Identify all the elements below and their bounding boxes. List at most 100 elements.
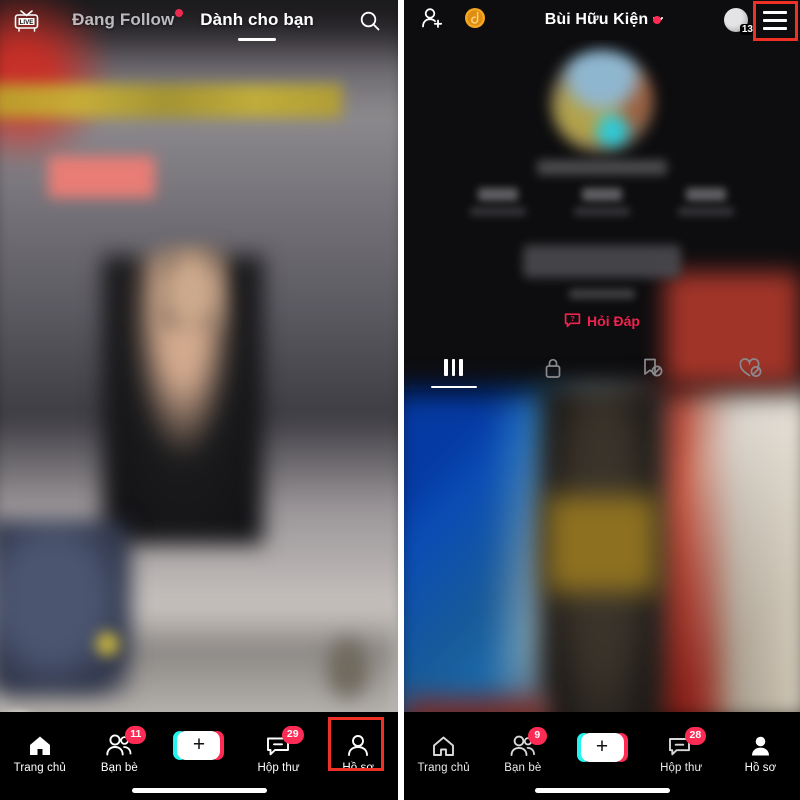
friends-badge: 9: [527, 727, 547, 745]
stat-following-value: [478, 188, 518, 201]
nav-label-inbox: Hộp thư: [660, 762, 703, 774]
profile-notification-dot: [653, 16, 661, 24]
inbox-icon: 29: [265, 726, 304, 758]
feed-blurred-object: [0, 520, 132, 696]
search-icon: [360, 11, 380, 31]
nav-item-profile[interactable]: Hồ sơ: [721, 734, 800, 774]
feed-tab-for-you[interactable]: Dành cho bạn: [200, 10, 314, 32]
profile-handle-redacted: [537, 160, 667, 175]
profile-tab-private[interactable]: [503, 345, 602, 390]
hamburger-line: [763, 26, 787, 30]
profile-icon: [345, 733, 371, 758]
nav-item-create[interactable]: +: [159, 731, 239, 774]
feed-bottom-nav: Trang chủ 11 Bạn bè + 29 Hộp thư Hồ sơ: [0, 712, 398, 800]
add-person-button[interactable]: [420, 6, 446, 35]
profile-tab-list: [404, 345, 800, 390]
profile-tab-saved[interactable]: [602, 345, 701, 390]
search-button[interactable]: [342, 9, 398, 33]
profile-header-right: 13: [724, 5, 792, 35]
profile-bottom-nav: Trang chủ 9 Bạn bè + 28 Hộp thư Hồ sơ: [404, 712, 800, 800]
svg-text:?: ?: [570, 314, 575, 323]
coin-icon: [465, 7, 485, 28]
hamburger-line: [763, 10, 787, 14]
nav-label-home: Trang chủ: [13, 762, 66, 774]
nav-label-profile: Hồ sơ: [342, 762, 375, 774]
avatar-badge: 13: [739, 24, 755, 35]
home-indicator: [534, 788, 670, 793]
nav-item-friends[interactable]: 11 Bạn bè: [80, 726, 160, 774]
qa-link[interactable]: ? Hỏi Đáp: [404, 312, 800, 329]
stat-following[interactable]: [470, 188, 526, 216]
lock-icon: [545, 358, 560, 378]
dual-phone-screenshot: LIVE Đang Follow Dành cho bạn Trang chủ …: [0, 0, 800, 800]
profile-username-label: Bùi Hữu Kiện: [544, 11, 649, 28]
feed-blurred-banner: [0, 84, 343, 118]
feed-tab-for-you-label: Dành cho bạn: [200, 10, 314, 29]
nav-label-friends: Bạn bè: [100, 762, 138, 774]
feed-blurred-red-label: [47, 156, 156, 198]
inbox-icon: 28: [667, 727, 707, 758]
avatar[interactable]: 13: [724, 8, 755, 35]
create-plus-icon[interactable]: +: [173, 731, 225, 760]
nav-label-friends: Bạn bè: [504, 762, 542, 774]
qa-label: Hỏi Đáp: [587, 312, 640, 329]
heart-off-icon: [739, 357, 762, 377]
feed-tab-following-label: Đang Follow: [72, 10, 175, 29]
nav-item-create[interactable]: +: [562, 733, 641, 774]
edit-profile-button[interactable]: [523, 245, 681, 278]
nav-item-inbox[interactable]: 28 Hộp thư: [642, 727, 721, 774]
inbox-badge: 28: [684, 727, 707, 745]
nav-item-friends[interactable]: 9 Bạn bè: [483, 727, 562, 774]
nav-label-home: Trang chủ: [417, 762, 470, 774]
stat-followers-value: [582, 188, 622, 201]
profile-header-left: [420, 6, 486, 35]
stat-likes-value: [686, 188, 726, 201]
home-icon: [27, 733, 53, 758]
feed-blurred-person-head: [159, 248, 223, 328]
friends-icon: 9: [508, 727, 547, 758]
add-person-icon: [422, 7, 443, 28]
nav-item-home[interactable]: Trang chủ: [404, 734, 483, 774]
hamburger-menu-icon[interactable]: [758, 5, 792, 35]
create-plus-icon[interactable]: +: [576, 733, 628, 762]
feed-tab-following[interactable]: Đang Follow: [72, 9, 184, 32]
nav-item-home[interactable]: Trang chủ: [0, 733, 80, 774]
profile-tab-liked[interactable]: [701, 345, 800, 390]
home-icon: [431, 734, 456, 758]
profile-stats: [404, 188, 800, 216]
profile-body: ? Hỏi Đáp: [404, 40, 800, 390]
nav-label-inbox: Hộp thư: [257, 762, 300, 774]
nav-label-profile: Hồ sơ: [744, 762, 777, 774]
create-plus-label: +: [192, 733, 206, 756]
following-notification-dot: [175, 9, 184, 17]
friends-icon: 11: [104, 726, 147, 758]
profile-header: Bùi Hữu Kiện 13: [404, 0, 800, 40]
feed-tab-list: Đang Follow Dành cho bạn: [44, 9, 342, 32]
bookmark-off-icon: [643, 358, 662, 376]
grid-icon: [444, 359, 463, 376]
profile-username-dropdown[interactable]: Bùi Hữu Kiện: [486, 11, 724, 29]
question-bubble-icon: ?: [564, 313, 581, 328]
tiktok-profile-screen: Bùi Hữu Kiện 13 ? Hỏi Đáp Trang chủ 9 Bạ…: [404, 0, 800, 800]
nav-item-inbox[interactable]: 29 Hộp thư: [239, 726, 319, 774]
stat-followers[interactable]: [574, 188, 630, 216]
profile-tab-videos[interactable]: [404, 345, 503, 390]
home-indicator: [131, 788, 267, 793]
stat-following-label: [470, 207, 526, 216]
feed-topbar: LIVE Đang Follow Dành cho bạn: [0, 0, 398, 42]
create-plus-label: +: [595, 735, 609, 758]
friends-badge: 11: [125, 726, 147, 744]
feed-blurred-lamp: [322, 632, 375, 704]
profile-bio-redacted: [569, 289, 635, 299]
feed-blurred-yellow-object: [95, 632, 120, 656]
stat-likes-label: [678, 207, 734, 216]
svg-text:LIVE: LIVE: [20, 19, 34, 26]
tiktok-feed-screen: LIVE Đang Follow Dành cho bạn Trang chủ …: [0, 0, 398, 800]
coin-button[interactable]: [464, 7, 486, 34]
live-button[interactable]: LIVE: [10, 6, 44, 36]
nav-item-profile[interactable]: Hồ sơ: [318, 733, 398, 774]
stat-likes[interactable]: [678, 188, 734, 216]
stat-followers-label: [574, 207, 630, 216]
profile-avatar-large[interactable]: [550, 50, 654, 154]
profile-icon: [748, 734, 773, 758]
